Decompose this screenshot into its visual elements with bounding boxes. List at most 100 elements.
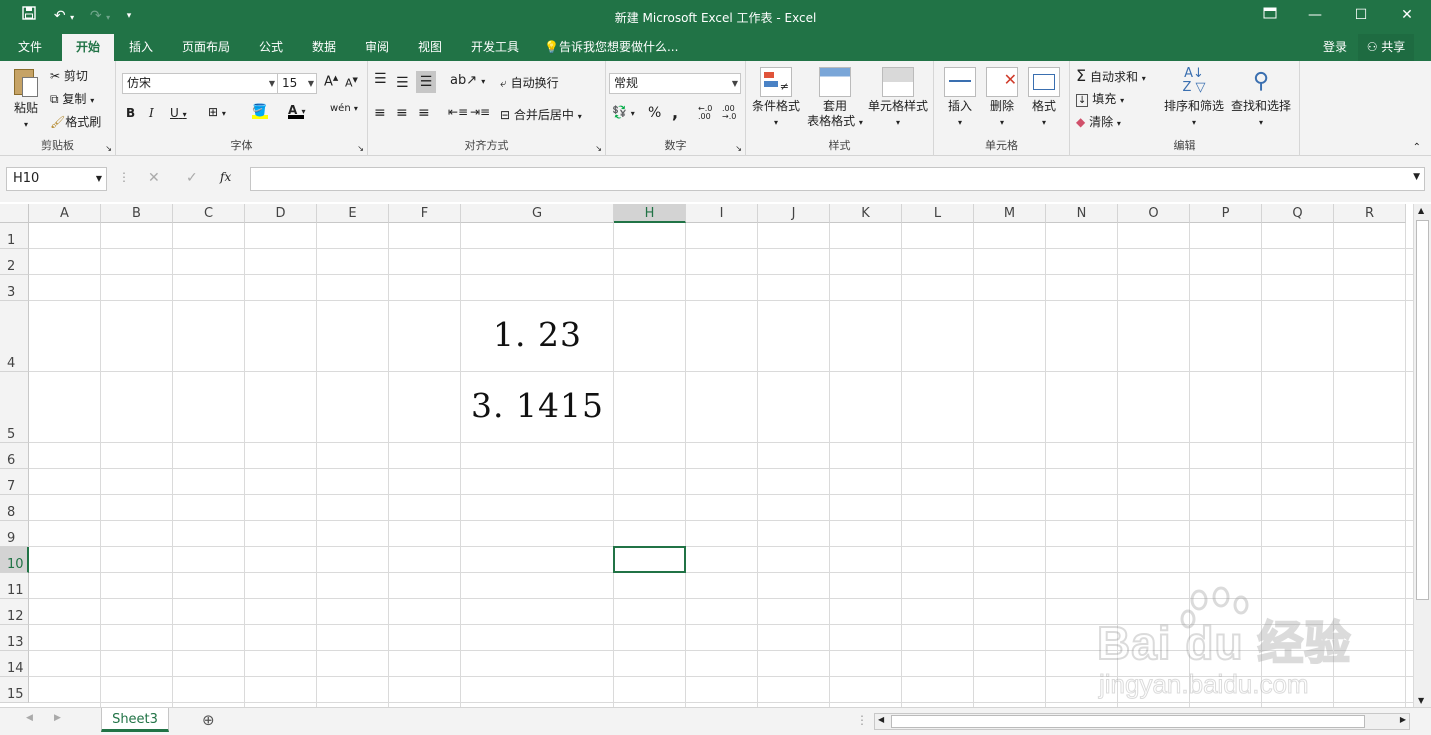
column-header-O[interactable]: O [1118,204,1190,223]
shrink-font-button[interactable]: A▼ [345,76,358,90]
scroll-left-icon[interactable]: ◀ [878,715,884,724]
column-header-P[interactable]: P [1190,204,1262,223]
column-header-C[interactable]: C [173,204,245,223]
tab-view[interactable]: 视图 [409,34,451,61]
fill-button[interactable]: ↓ 填充 ▾ [1076,90,1124,107]
cell-styles-button[interactable]: 单元格样式 ▾ [866,67,930,130]
ribbon-display-icon[interactable] [1247,0,1293,30]
sheet-tab[interactable]: Sheet3 [101,708,169,732]
tab-developer[interactable]: 开发工具 [464,34,526,61]
phonetic-button[interactable]: wén ▾ [330,103,358,114]
dialog-launcher-icon[interactable]: ↘ [105,144,112,153]
sort-filter-button[interactable]: A↓ Z ▽ 排序和筛选 ▾ [1162,67,1226,130]
conditional-formatting-button[interactable]: ≠ 条件格式 ▾ [748,67,804,130]
decrease-decimal-button[interactable]: .00 →.0 [722,105,736,121]
row-header-10[interactable]: 10 [0,547,29,573]
row-header-11[interactable]: 11 [0,573,29,599]
font-size-select[interactable]: 15 ▼ [277,73,317,94]
increase-indent-button[interactable]: ⇥≡ [470,105,490,119]
vertical-scroll-thumb[interactable] [1416,220,1429,600]
tab-review[interactable]: 审阅 [356,34,398,61]
tell-me-search[interactable]: 💡告诉我您想要做什么... [544,34,694,61]
column-header-E[interactable]: E [317,204,389,223]
maximize-icon[interactable]: ☐ [1338,0,1384,30]
collapse-ribbon-icon[interactable]: ⌃ [1413,142,1421,153]
row-header-8[interactable]: 8 [0,495,29,521]
worksheet-grid[interactable]: ABCDEFGHIJKLMNOPQR 1 2 3 4 5 6 7 8 9 10 11 12 13 14 15… [0,204,1413,707]
vertical-scrollbar[interactable]: ▲ ▼ [1413,204,1431,707]
close-icon[interactable]: ✕ [1384,0,1430,30]
name-box[interactable]: H10 ▼ [6,167,107,191]
minimize-icon[interactable]: — [1292,0,1338,30]
expand-formula-icon[interactable]: ▼ [1413,172,1420,182]
align-bottom-button[interactable]: ☰ [416,71,436,93]
grow-font-button[interactable]: A▲ [324,74,338,89]
column-header-I[interactable]: I [686,204,758,223]
column-header-H[interactable]: H [614,204,686,223]
delete-cells-button[interactable]: ✕ 删除 ▾ [982,67,1022,130]
column-header-D[interactable]: D [245,204,317,223]
align-center-button[interactable]: ≡ [396,105,408,121]
column-header-R[interactable]: R [1334,204,1406,223]
dialog-launcher-icon[interactable]: ↘ [595,144,602,153]
dialog-launcher-icon[interactable]: ↘ [357,144,364,153]
borders-button[interactable]: ⊞ ▾ [208,105,226,119]
column-header-K[interactable]: K [830,204,902,223]
selected-cell-H10[interactable] [613,546,686,573]
row-header-9[interactable]: 9 [0,521,29,547]
format-as-table-button[interactable]: 套用 表格格式 ▾ [804,67,866,130]
increase-decimal-button[interactable]: ←.0 .00 [698,105,712,121]
row-header-7[interactable]: 7 [0,469,29,495]
column-header-L[interactable]: L [902,204,974,223]
accounting-format-button[interactable]: 💱 ▾ [612,105,635,119]
tab-formulas[interactable]: 公式 [250,34,292,61]
scroll-right-icon[interactable]: ▶ [1400,715,1406,724]
row-header-12[interactable]: 12 [0,599,29,625]
next-sheet-icon[interactable]: ▶ [54,713,61,723]
horizontal-scroll-thumb[interactable] [891,715,1365,728]
cell-G4[interactable]: 1. 23 [461,315,614,354]
comma-style-button[interactable]: , [672,103,678,122]
decrease-indent-button[interactable]: ⇤≡ [448,105,468,119]
fill-color-button[interactable]: 🪣 [252,103,268,119]
splitter-icon[interactable]: ⋮ [856,713,868,727]
align-right-button[interactable]: ≡ [418,105,430,121]
row-header-2[interactable]: 2 [0,249,29,275]
align-left-button[interactable]: ≡ [374,105,386,121]
column-header-N[interactable]: N [1046,204,1118,223]
bold-button[interactable]: B [126,106,135,120]
tab-data[interactable]: 数据 [303,34,345,61]
cell-G5[interactable]: 3. 1415 [461,386,614,425]
cancel-icon[interactable]: ✕ [148,170,160,186]
cut-button[interactable]: ✂ 剪切 [50,67,88,84]
dialog-launcher-icon[interactable]: ↘ [735,144,742,153]
row-header-1[interactable]: 1 [0,223,29,249]
number-format-select[interactable]: 常规 ▼ [609,73,741,94]
align-middle-button[interactable]: ☰ [396,75,409,91]
share-button[interactable]: ⚇ 共享 [1358,34,1414,61]
clear-button[interactable]: ◆ 清除 ▾ [1076,113,1121,130]
add-sheet-icon[interactable]: ⊕ [202,711,215,729]
horizontal-scrollbar[interactable]: ◀ ▶ [874,713,1410,730]
wrap-text-button[interactable]: ⤶ 自动换行 [500,74,559,91]
insert-function-button[interactable]: fx [220,170,231,184]
scroll-up-icon[interactable]: ▲ [1418,206,1424,215]
percent-style-button[interactable]: % [648,105,661,121]
autosum-button[interactable]: Σ 自动求和 ▾ [1076,66,1146,85]
orientation-button[interactable]: ab↗ ▾ [450,73,485,88]
row-header-6[interactable]: 6 [0,443,29,469]
scroll-down-icon[interactable]: ▼ [1418,696,1424,705]
font-name-select[interactable]: 仿宋 ▼ [122,73,278,94]
row-header-3[interactable]: 3 [0,275,29,301]
font-color-button[interactable]: A ▾ [288,103,306,119]
column-header-M[interactable]: M [974,204,1046,223]
row-header-13[interactable]: 13 [0,625,29,651]
row-header-14[interactable]: 14 [0,651,29,677]
find-select-button[interactable]: ⚲ 查找和选择 ▾ [1228,67,1294,130]
align-top-button[interactable]: ☰ [374,71,387,87]
row-header-5[interactable]: 5 [0,372,29,443]
format-cells-button[interactable]: 格式 ▾ [1024,67,1064,130]
prev-sheet-icon[interactable]: ◀ [26,713,33,723]
tab-file[interactable]: 文件 [10,34,50,61]
formula-input[interactable]: ▼ [250,167,1425,191]
